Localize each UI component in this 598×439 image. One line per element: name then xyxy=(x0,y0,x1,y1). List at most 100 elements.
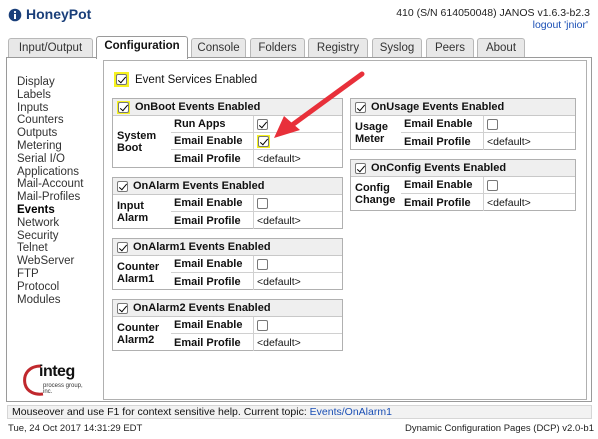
onalarm2-checkbox[interactable] xyxy=(117,302,128,314)
sidebar-item-metering[interactable]: Metering xyxy=(17,140,107,153)
usage-meter-label: Usage Meter xyxy=(355,121,389,145)
field-row: Email Enable xyxy=(171,133,342,150)
highlight-marker xyxy=(257,134,270,148)
config-change-label: Config Change xyxy=(355,182,396,206)
email-enable-checkbox[interactable] xyxy=(257,319,268,331)
sidebar-item-outputs[interactable]: Outputs xyxy=(17,127,107,140)
onconfig-checkbox[interactable] xyxy=(355,162,366,174)
onalarm-checkbox[interactable] xyxy=(117,180,128,192)
onusage-body: Usage Meter Email Enable Email Profile <… xyxy=(351,116,575,150)
onalarm-group: OnAlarm Events Enabled Input Alarm Email… xyxy=(112,177,343,229)
sidebar-item-security[interactable]: Security xyxy=(17,230,107,243)
event-services-label: Event Services Enabled xyxy=(135,73,258,86)
highlight-marker xyxy=(117,100,130,114)
onalarm2-fields: Email Enable Email Profile <default> xyxy=(171,317,342,351)
onboot-header: OnBoot Events Enabled xyxy=(113,99,342,116)
events-content: Event Services Enabled OnBoot Events Ena… xyxy=(103,60,587,400)
onboot-fields: Run Apps Email Enable Email Profile <def… xyxy=(171,116,342,167)
field-row: Email Profile <default> xyxy=(171,334,342,351)
configuration-panel: Display Labels Inputs Counters Outputs M… xyxy=(6,57,592,402)
tab-input-output[interactable]: Input/Output xyxy=(8,38,93,58)
email-profile-label: Email Profile xyxy=(174,336,241,349)
onusage-checkbox[interactable] xyxy=(355,101,366,113)
input-alarm-label: Input Alarm xyxy=(117,200,149,224)
sidebar-item-protocol[interactable]: Protocol xyxy=(17,281,107,294)
email-enable-label: Email Enable xyxy=(174,135,243,147)
event-services-toggle[interactable]: Event Services Enabled xyxy=(114,72,257,87)
sidebar-item-labels[interactable]: Labels xyxy=(17,89,107,102)
tab-configuration[interactable]: Configuration xyxy=(96,36,188,59)
highlight-marker xyxy=(114,72,129,87)
email-profile-value[interactable]: <default> xyxy=(253,212,342,229)
email-profile-value[interactable]: <default> xyxy=(253,334,342,351)
onconfig-body: Config Change Email Enable Email Profile… xyxy=(351,177,575,211)
email-profile-label: Email Profile xyxy=(174,214,241,227)
email-enable-checkbox[interactable] xyxy=(487,118,498,130)
field-row: Email Profile <default> xyxy=(401,133,575,150)
sidebar-item-events[interactable]: Events xyxy=(17,204,107,217)
sidebar-item-telnet[interactable]: Telnet xyxy=(17,242,107,255)
field-row: Email Enable xyxy=(171,195,342,212)
sidebar-item-serial-io[interactable]: Serial I/O xyxy=(17,153,107,166)
tab-registry[interactable]: Registry xyxy=(308,38,368,58)
field-row: Email Profile <default> xyxy=(401,194,575,211)
status-timestamp: Tue, 24 Oct 2017 14:31:29 EDT xyxy=(8,423,143,434)
email-enable-checkbox[interactable] xyxy=(258,135,269,147)
help-text: Mouseover and use F1 for context sensiti… xyxy=(12,406,307,418)
help-bar: Mouseover and use F1 for context sensiti… xyxy=(7,405,592,419)
sidebar-item-mail-account[interactable]: Mail-Account xyxy=(17,178,107,191)
sidebar-item-webserver[interactable]: WebServer xyxy=(17,255,107,268)
sidebar-item-applications[interactable]: Applications xyxy=(17,166,107,179)
onconfig-fields: Email Enable Email Profile <default> xyxy=(401,177,575,211)
sidebar-item-inputs[interactable]: Inputs xyxy=(17,102,107,115)
tab-folders[interactable]: Folders xyxy=(250,38,305,58)
app-title: HoneyPot xyxy=(26,6,92,22)
system-boot-label: System Boot xyxy=(117,130,157,154)
tab-about[interactable]: About xyxy=(477,38,525,58)
run-apps-checkbox[interactable] xyxy=(257,118,268,130)
email-profile-value[interactable]: <default> xyxy=(253,273,342,290)
tab-console[interactable]: Console xyxy=(191,38,246,58)
email-enable-checkbox[interactable] xyxy=(257,197,268,209)
sidebar-item-ftp[interactable]: FTP xyxy=(17,268,107,281)
logo-text: integ xyxy=(39,363,75,380)
status-version: Dynamic Configuration Pages (DCP) v2.0-b… xyxy=(404,423,594,434)
sidebar-item-mail-profiles[interactable]: Mail-Profiles xyxy=(17,191,107,204)
onalarm1-body: Counter Alarm1 Email Enable Email Profil… xyxy=(113,256,342,290)
event-services-checkbox[interactable] xyxy=(116,74,127,85)
email-profile-value[interactable]: <default> xyxy=(483,133,575,150)
onboot-checkbox[interactable] xyxy=(118,101,129,113)
field-row: Email Enable xyxy=(171,256,342,273)
field-row: Email Profile <default> xyxy=(171,150,342,167)
email-profile-value[interactable]: <default> xyxy=(483,194,575,211)
email-profile-label: Email Profile xyxy=(404,196,471,209)
email-enable-label: Email Enable xyxy=(404,118,473,130)
email-enable-label: Email Enable xyxy=(174,258,243,270)
sidebar-item-display[interactable]: Display xyxy=(17,76,107,89)
email-enable-checkbox[interactable] xyxy=(487,179,498,191)
email-profile-value[interactable]: <default> xyxy=(253,150,342,167)
integ-logo: integ process group, inc. xyxy=(21,362,91,396)
tab-peers[interactable]: Peers xyxy=(426,38,474,58)
counter-alarm1-label: Counter Alarm1 xyxy=(117,261,160,285)
sidebar-item-modules[interactable]: Modules xyxy=(17,294,107,307)
onalarm1-checkbox[interactable] xyxy=(117,241,128,253)
email-enable-checkbox[interactable] xyxy=(257,258,268,270)
sidebar-item-network[interactable]: Network xyxy=(17,217,107,230)
onalarm2-group: OnAlarm2 Events Enabled Counter Alarm2 E… xyxy=(112,299,343,351)
run-apps-label: Run Apps xyxy=(174,118,226,130)
onalarm2-header: OnAlarm2 Events Enabled xyxy=(113,300,342,317)
onconfig-group: OnConfig Events Enabled Config Change Em… xyxy=(350,159,576,211)
email-enable-label: Email Enable xyxy=(404,179,473,191)
onconfig-title: OnConfig Events Enabled xyxy=(371,162,507,174)
email-profile-label: Email Profile xyxy=(404,135,471,148)
status-bar: Tue, 24 Oct 2017 14:31:29 EDT Dynamic Co… xyxy=(0,420,598,439)
help-topic-link[interactable]: Events/OnAlarm1 xyxy=(310,406,392,418)
onalarm-body: Input Alarm Email Enable Email Profile <… xyxy=(113,195,342,229)
tab-syslog[interactable]: Syslog xyxy=(372,38,422,58)
logout-link[interactable]: logout 'jnior' xyxy=(533,19,588,31)
onusage-fields: Email Enable Email Profile <default> xyxy=(401,116,575,150)
field-row: Email Enable xyxy=(171,317,342,334)
field-row: Run Apps xyxy=(171,116,342,133)
sidebar-item-counters[interactable]: Counters xyxy=(17,114,107,127)
